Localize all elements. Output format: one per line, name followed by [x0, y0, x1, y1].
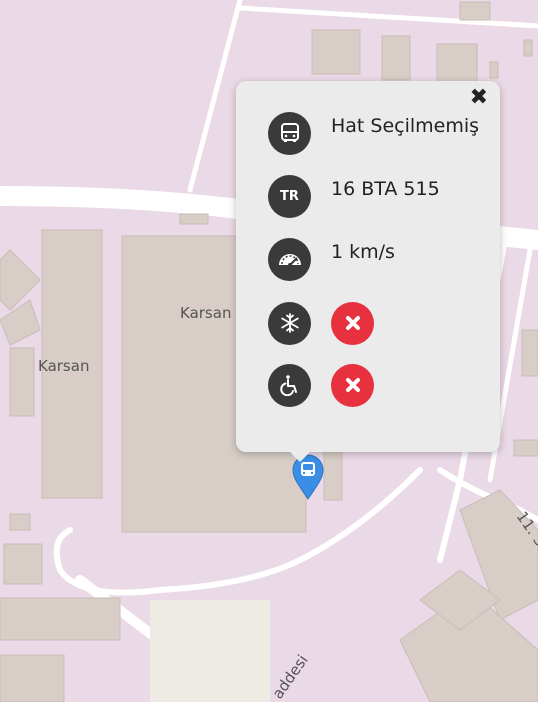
building: [311, 29, 361, 75]
building: [3, 543, 43, 585]
building: [436, 43, 478, 85]
building: [523, 39, 533, 57]
building: [489, 61, 499, 79]
map-label-karsan-center: Karsan: [180, 304, 231, 322]
vehicle-info-popup: ✖ Hat Seçilmemiş TR 16 BTA 515 1 km/s: [236, 81, 500, 452]
building: [0, 654, 65, 702]
parking-area: [150, 600, 270, 702]
building: [323, 447, 343, 501]
speed-text: 1 km/s: [331, 241, 395, 263]
speedometer-icon: [268, 237, 311, 281]
accessible-status-x-icon: [331, 363, 374, 407]
road-top: [237, 5, 538, 29]
building: [513, 439, 538, 457]
map-label-karsan-left: Karsan: [38, 357, 89, 375]
building: [381, 35, 411, 81]
building: [459, 1, 491, 21]
building: [0, 597, 121, 641]
popup-pointer: [289, 451, 311, 462]
speed-row: 1 km/s: [268, 237, 395, 281]
plate-badge: TR: [280, 188, 299, 204]
tr-plate-icon: TR: [268, 174, 311, 218]
building: [521, 329, 538, 377]
route-text: Hat Seçilmemiş: [331, 115, 480, 137]
ac-status-x-icon: [331, 301, 374, 345]
wheelchair-icon: [268, 363, 311, 407]
building: [0, 299, 41, 346]
plate-row: TR 16 BTA 515: [268, 174, 440, 218]
building: [9, 513, 31, 531]
building: [9, 347, 35, 417]
map-label-street-bottom: addesi: [269, 651, 312, 702]
plate-text: 16 BTA 515: [331, 178, 440, 200]
building: [0, 249, 41, 311]
accessible-row: [268, 363, 374, 407]
road-diag-left: [187, 0, 243, 193]
snowflake-icon: [268, 301, 311, 345]
bus-icon: [268, 111, 311, 155]
close-button[interactable]: ✖: [470, 87, 488, 109]
ac-row: [268, 301, 374, 345]
route-row: Hat Seçilmemiş: [268, 111, 479, 155]
building: [179, 213, 209, 225]
